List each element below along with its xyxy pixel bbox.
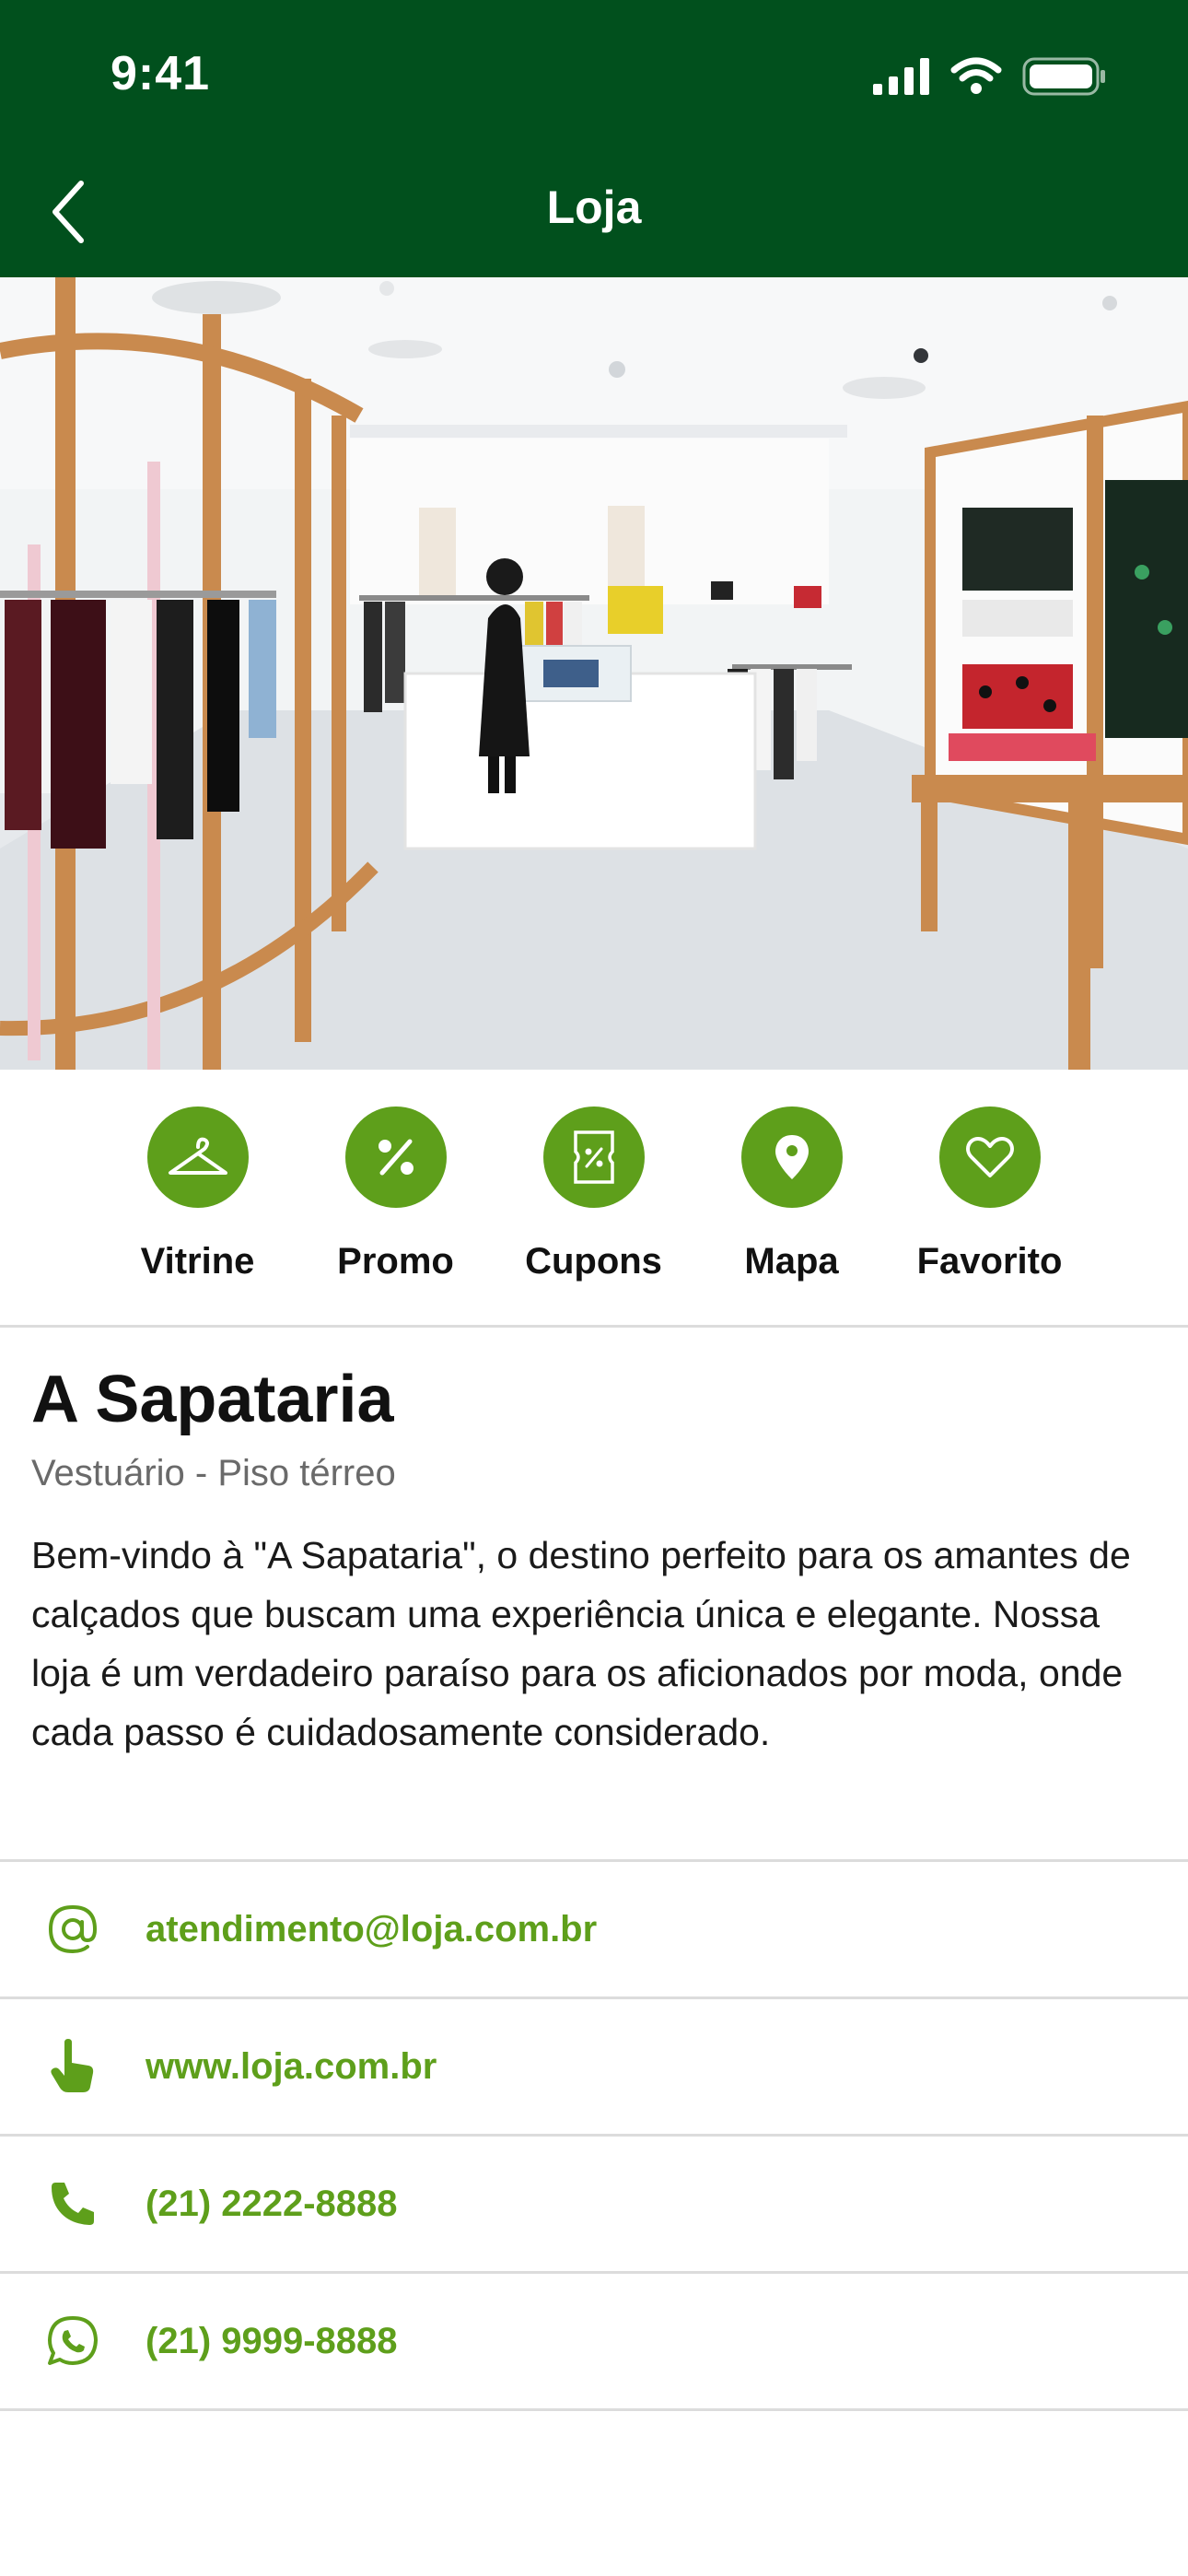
map-pin-icon: [740, 1107, 843, 1208]
store-photo: [0, 277, 1188, 1070]
app-header: 9:41 Loja: [0, 0, 1188, 277]
promo-action[interactable]: Promo: [297, 1107, 495, 1282]
battery-icon: [1022, 57, 1107, 100]
percent-icon: [344, 1107, 447, 1208]
contact-list: atendimento@loja.com.br www.loja.com.br …: [0, 1859, 1188, 2411]
mapa-action[interactable]: Mapa: [693, 1107, 891, 1282]
vitrine-action[interactable]: Vitrine: [99, 1107, 297, 1282]
favorito-label: Favorito: [916, 1241, 1063, 1282]
phone-icon: [41, 2172, 105, 2236]
wifi-icon: [950, 57, 1002, 100]
vitrine-label: Vitrine: [140, 1241, 255, 1282]
heart-icon: [938, 1107, 1041, 1208]
phone-link[interactable]: (21) 2222-8888: [146, 2184, 398, 2225]
favorito-action[interactable]: Favorito: [891, 1107, 1089, 1282]
store-info: A Sapataria Vestuário - Piso térreo Bem-…: [31, 1363, 1157, 1762]
status-time: 9:41: [111, 47, 211, 100]
whatsapp-icon: [41, 2309, 105, 2373]
promo-label: Promo: [337, 1241, 454, 1282]
store-description: Bem-vindo à "A Sapataria", o destino per…: [31, 1534, 1131, 1754]
status-icons: [873, 57, 1107, 100]
contact-whatsapp[interactable]: (21) 9999-8888: [0, 2274, 1188, 2411]
store-subtitle: Vestuário - Piso térreo: [31, 1453, 396, 1494]
signal-icon: [873, 58, 930, 100]
contact-website[interactable]: www.loja.com.br: [0, 1999, 1188, 2137]
mapa-label: Mapa: [744, 1241, 839, 1282]
website-link[interactable]: www.loja.com.br: [146, 2046, 437, 2088]
contact-phone[interactable]: (21) 2222-8888: [0, 2137, 1188, 2274]
action-row: Vitrine Promo Cupons Mapa Favorito: [0, 1070, 1188, 1328]
email-link[interactable]: atendimento@loja.com.br: [146, 1909, 597, 1950]
hanger-icon: [146, 1107, 249, 1208]
pointer-hand-icon: [41, 2034, 105, 2099]
cupons-label: Cupons: [525, 1241, 662, 1282]
contact-email[interactable]: atendimento@loja.com.br: [0, 1862, 1188, 1999]
whatsapp-link[interactable]: (21) 9999-8888: [146, 2321, 398, 2362]
store-name: A Sapataria: [31, 1363, 394, 1436]
at-icon: [41, 1897, 105, 1961]
cupons-action[interactable]: Cupons: [495, 1107, 693, 1282]
coupon-icon: [542, 1107, 645, 1208]
page-title: Loja: [546, 181, 642, 233]
